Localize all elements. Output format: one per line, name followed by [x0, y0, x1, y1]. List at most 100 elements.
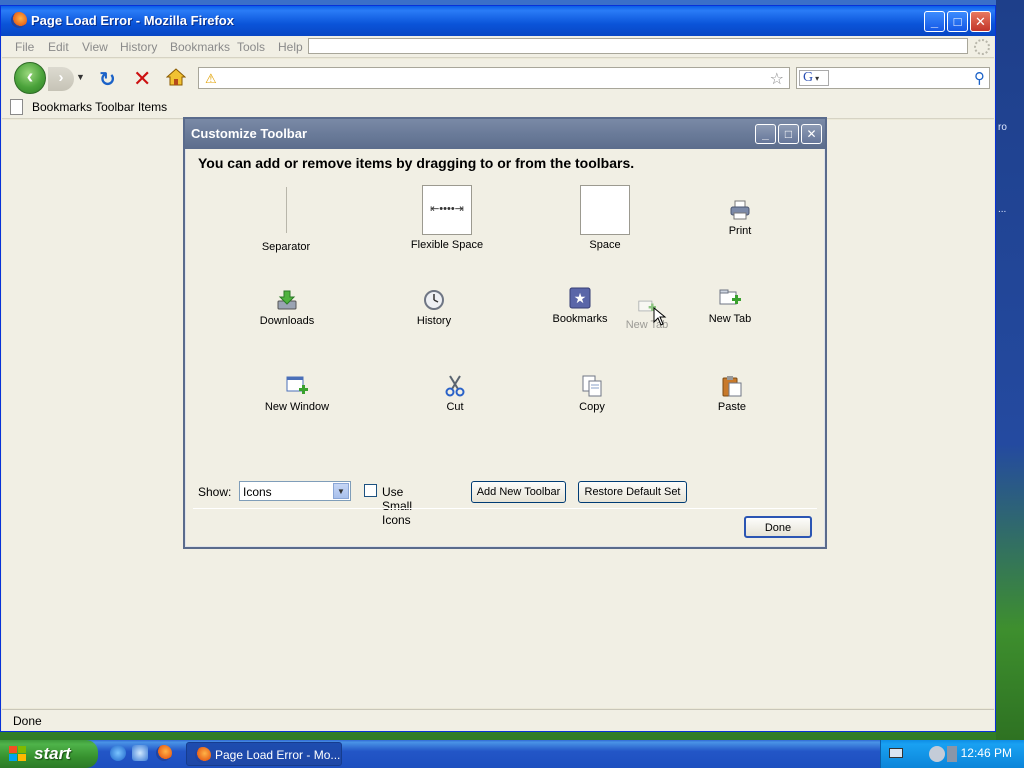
palette-item-new-tab[interactable]: New Tab — [675, 287, 785, 325]
task-label: Page Load Error - Mo... — [215, 748, 341, 762]
menu-file[interactable]: File — [15, 40, 34, 54]
small-icons-label[interactable]: Use Small Icons — [382, 485, 412, 527]
back-button[interactable]: ‹ — [14, 62, 46, 94]
taskbar-firefox-task[interactable]: Page Load Error - Mo... — [186, 742, 342, 766]
restore-default-set-button[interactable]: Restore Default Set — [578, 481, 687, 503]
customize-toolbar-dialog: Customize Toolbar _ □ ✕ You can add or r… — [183, 117, 827, 549]
google-engine-icon[interactable]: G ▾ — [799, 70, 829, 86]
desktop-text-fragment: ... — [998, 204, 1007, 215]
desktop-text-fragment: ro — [998, 122, 1007, 133]
palette-item-paste[interactable]: Paste — [677, 375, 787, 413]
item-label: Print — [728, 225, 752, 237]
history-icon — [424, 290, 444, 310]
dialog-title: Customize Toolbar — [191, 126, 308, 141]
title-bar[interactable]: Page Load Error - Mozilla Firefox _ □ ✕ — [1, 6, 995, 36]
palette-item-copy[interactable]: Copy — [537, 375, 647, 413]
dialog-close-button[interactable]: ✕ — [801, 124, 822, 144]
palette-item-downloads[interactable]: Downloads — [232, 289, 342, 327]
reload-icon[interactable]: ↻ — [99, 67, 116, 92]
status-bar: Done — [2, 709, 994, 731]
bookmarks-icon: ★ — [569, 287, 591, 309]
flexible-space-icon: ⇤••••⇥ — [422, 185, 472, 235]
chevron-down-icon[interactable]: ▼ — [333, 483, 349, 499]
menu-bar: File Edit View History Bookmarks Tools H… — [2, 36, 994, 58]
maximize-button[interactable]: □ — [947, 11, 968, 32]
item-label: Bookmarks — [552, 313, 608, 325]
space-icon — [580, 185, 630, 235]
item-label: New Tab — [708, 313, 752, 325]
network-icon[interactable] — [929, 746, 945, 762]
start-button[interactable]: start — [0, 740, 98, 768]
item-label: Separator — [261, 241, 311, 253]
volume-icon[interactable] — [947, 746, 957, 762]
url-bar[interactable]: ⚠ ☆ — [198, 67, 790, 89]
item-label: Copy — [579, 401, 605, 413]
svg-text:★: ★ — [574, 291, 587, 307]
palette-item-cut[interactable]: Cut — [400, 375, 510, 413]
palette-item-history[interactable]: History — [379, 289, 489, 327]
item-label: Cut — [446, 401, 464, 413]
dialog-divider — [193, 508, 817, 509]
firefox-icon — [11, 12, 27, 28]
window-title: Page Load Error - Mozilla Firefox — [31, 13, 234, 28]
dialog-maximize-button[interactable]: □ — [778, 124, 799, 144]
dialog-title-bar[interactable]: Customize Toolbar _ □ ✕ — [185, 119, 825, 149]
forward-button[interactable]: › — [48, 67, 74, 91]
item-label: Space — [589, 239, 621, 251]
palette-item-flexible-space[interactable]: ⇤••••⇥ Flexible Space — [392, 185, 502, 251]
add-new-toolbar-button[interactable]: Add New Toolbar — [471, 481, 566, 503]
menu-view[interactable]: View — [82, 40, 108, 54]
throbber-icon — [974, 39, 990, 55]
item-label: History — [416, 315, 452, 327]
dialog-heading: You can add or remove items by dragging … — [198, 155, 635, 171]
copy-icon — [582, 375, 602, 397]
firefox-icon — [195, 747, 211, 763]
palette-item-separator[interactable]: Separator — [231, 187, 341, 253]
stop-icon[interactable]: ✕ — [133, 66, 151, 92]
menu-bookmarks[interactable]: Bookmarks — [170, 40, 230, 54]
keyboard-icon[interactable] — [889, 748, 903, 758]
item-label: New Window — [264, 401, 330, 413]
search-bar[interactable]: G ▾ ⚲ — [796, 67, 990, 89]
firefox-launch-icon[interactable] — [156, 745, 172, 761]
separator-icon — [285, 187, 287, 233]
bookmarks-toolbar-items[interactable]: Bookmarks Toolbar Items — [32, 100, 167, 114]
downloads-icon — [277, 290, 297, 310]
item-label: Paste — [717, 401, 747, 413]
menubar-blank-field — [308, 38, 968, 54]
item-label: Flexible Space — [410, 239, 484, 251]
menu-history[interactable]: History — [120, 40, 157, 54]
mouse-cursor-icon — [653, 307, 667, 326]
new-tab-icon — [719, 289, 741, 305]
dialog-minimize-button[interactable]: _ — [755, 124, 776, 144]
close-button[interactable]: ✕ — [970, 11, 991, 32]
history-dropdown-icon[interactable]: ▼ — [76, 69, 86, 85]
warning-icon: ⚠ — [205, 71, 217, 86]
palette-item-space[interactable]: Space — [550, 185, 660, 251]
internet-explorer-icon[interactable] — [110, 745, 126, 761]
palette-item-print[interactable]: Print — [685, 199, 795, 237]
paste-icon — [722, 376, 742, 397]
done-button[interactable]: Done — [744, 516, 812, 538]
navigation-toolbar: ‹ › ▼ ↻ ✕ ⚠ ☆ G ▾ ⚲ — [2, 59, 994, 95]
windows-flag-icon — [9, 746, 26, 761]
system-tray: 12:46 PM — [880, 740, 1024, 768]
menu-help[interactable]: Help — [278, 40, 303, 54]
home-icon[interactable] — [166, 68, 186, 86]
quick-launch-icon[interactable] — [132, 745, 148, 761]
palette-item-bookmarks[interactable]: ★ Bookmarks — [525, 287, 635, 325]
new-window-icon — [286, 376, 308, 394]
bookmark-star-icon[interactable]: ☆ — [770, 69, 784, 89]
search-icon[interactable]: ⚲ — [974, 69, 985, 87]
minimize-button[interactable]: _ — [924, 11, 945, 32]
search-engine-letter: G — [803, 70, 814, 85]
taskbar: start Page Load Error - Mo... 12:46 PM — [0, 740, 1024, 768]
palette-item-new-window[interactable]: New Window — [242, 375, 352, 413]
bookmarks-toolbar: Bookmarks Toolbar Items — [2, 95, 994, 119]
menu-tools[interactable]: Tools — [237, 40, 265, 54]
page-icon — [10, 99, 23, 115]
show-mode-value: Icons — [243, 485, 272, 499]
menu-edit[interactable]: Edit — [48, 40, 69, 54]
small-icons-checkbox[interactable] — [364, 484, 377, 497]
show-mode-select[interactable]: Icons ▼ — [239, 481, 351, 501]
